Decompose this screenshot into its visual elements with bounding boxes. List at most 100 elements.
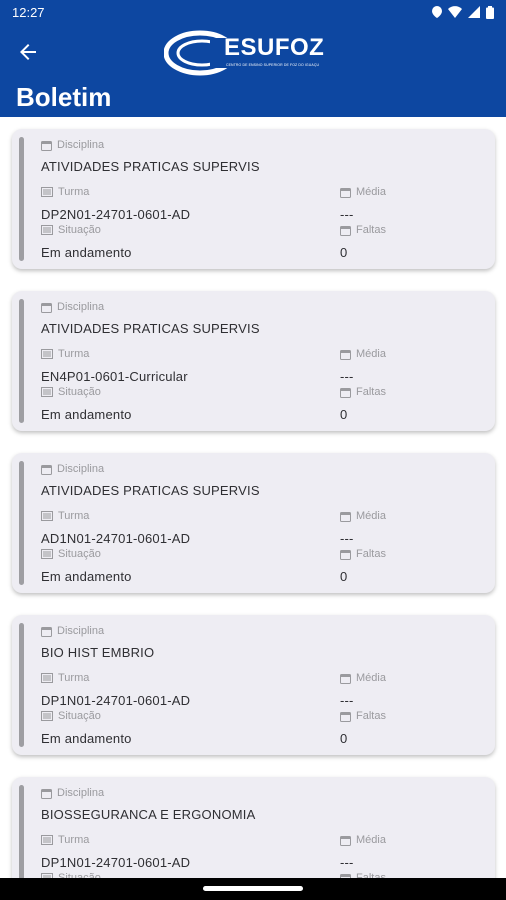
situacao-label: Situação xyxy=(41,548,101,560)
disciplina-label-text: Disciplina xyxy=(57,787,105,799)
disciplina-label-text: Disciplina xyxy=(57,625,105,637)
card-accent-bar xyxy=(19,137,24,261)
disciplina-label: Disciplina xyxy=(41,787,104,799)
media-label: Média xyxy=(340,672,386,684)
calendar-icon xyxy=(340,549,351,560)
card-accent-bar xyxy=(19,623,24,747)
situacao-label: Situação xyxy=(41,386,101,398)
faltas-value: 0 xyxy=(340,407,348,422)
disciplina-value: BIO HIST EMBRIO xyxy=(41,645,155,660)
arrow-back-icon xyxy=(20,44,36,60)
disciplina-value: ATIVIDADES PRATICAS SUPERVIS xyxy=(41,483,260,498)
back-button[interactable] xyxy=(14,38,42,66)
turma-label-text: Turma xyxy=(58,348,90,360)
situacao-label: Situação xyxy=(41,710,101,722)
class-icon xyxy=(41,511,53,521)
wifi-icon xyxy=(448,6,462,18)
calendar-icon xyxy=(340,673,351,684)
class-icon xyxy=(41,387,53,397)
faltas-label: Faltas xyxy=(340,548,386,560)
faltas-label-text: Faltas xyxy=(356,386,386,398)
media-label-text: Média xyxy=(356,510,386,522)
location-icon xyxy=(432,6,442,18)
grade-card[interactable]: Disciplina BIO HIST EMBRIO Turma DP1N01-… xyxy=(12,615,495,755)
turma-label-text: Turma xyxy=(58,672,90,684)
signal-icon xyxy=(468,6,480,18)
turma-value: DP1N01-24701-0601-AD xyxy=(41,693,191,708)
calendar-icon xyxy=(340,387,351,398)
class-icon xyxy=(41,835,53,845)
logo-subtitle: CENTRO DE ENSINO SUPERIOR DE FOZ DO IGUA… xyxy=(226,63,320,67)
class-icon xyxy=(41,711,53,721)
calendar-icon xyxy=(340,511,351,522)
media-label: Média xyxy=(340,348,386,360)
faltas-label: Faltas xyxy=(340,224,386,236)
faltas-label-text: Faltas xyxy=(356,710,386,722)
faltas-label: Faltas xyxy=(340,710,386,722)
turma-label-text: Turma xyxy=(58,186,90,198)
disciplina-label-text: Disciplina xyxy=(57,301,105,313)
media-value: --- xyxy=(340,693,354,708)
situacao-label: Situação xyxy=(41,224,101,236)
boletim-list[interactable]: Disciplina ATIVIDADES PRATICAS SUPERVIS … xyxy=(0,117,506,878)
media-label-text: Média xyxy=(356,834,386,846)
class-icon xyxy=(41,349,53,359)
home-handle[interactable] xyxy=(203,886,303,891)
turma-label: Turma xyxy=(41,672,89,684)
grade-card[interactable]: Disciplina ATIVIDADES PRATICAS SUPERVIS … xyxy=(12,291,495,431)
card-accent-bar xyxy=(19,299,24,423)
media-label-text: Média xyxy=(356,348,386,360)
faltas-label-text: Faltas xyxy=(356,224,386,236)
calendar-icon xyxy=(340,225,351,236)
faltas-value: 0 xyxy=(340,731,348,746)
calendar-icon xyxy=(41,626,52,637)
turma-value: DP2N01-24701-0601-AD xyxy=(41,207,191,222)
media-label-text: Média xyxy=(356,672,386,684)
media-label: Média xyxy=(340,510,386,522)
disciplina-value: ATIVIDADES PRATICAS SUPERVIS xyxy=(41,159,260,174)
faltas-label-text: Faltas xyxy=(356,548,386,560)
faltas-label: Faltas xyxy=(340,386,386,398)
turma-label-text: Turma xyxy=(58,510,90,522)
calendar-icon xyxy=(340,711,351,722)
grade-card[interactable]: Disciplina BIOSSEGURANCA E ERGONOMIA Tur… xyxy=(12,777,495,878)
disciplina-value: BIOSSEGURANCA E ERGONOMIA xyxy=(41,807,256,822)
faltas-value: 0 xyxy=(340,245,348,260)
class-icon xyxy=(41,225,53,235)
situacao-value: Em andamento xyxy=(41,569,132,584)
disciplina-label-text: Disciplina xyxy=(57,139,105,151)
turma-label: Turma xyxy=(41,348,89,360)
media-label-text: Média xyxy=(356,186,386,198)
class-icon xyxy=(41,187,53,197)
situacao-value: Em andamento xyxy=(41,407,132,422)
turma-label: Turma xyxy=(41,834,89,846)
class-icon xyxy=(41,549,53,559)
situacao-label-text: Situação xyxy=(58,548,101,560)
situacao-label-text: Situação xyxy=(58,224,101,236)
logo-text: ESUFOZ xyxy=(224,34,325,61)
disciplina-label-text: Disciplina xyxy=(57,463,105,475)
disciplina-label: Disciplina xyxy=(41,139,104,151)
media-value: --- xyxy=(340,207,354,222)
calendar-icon xyxy=(41,302,52,313)
navigation-bar xyxy=(0,878,506,900)
calendar-icon xyxy=(340,835,351,846)
disciplina-value: ATIVIDADES PRATICAS SUPERVIS xyxy=(41,321,260,336)
media-value: --- xyxy=(340,855,354,870)
media-value: --- xyxy=(340,531,354,546)
media-label: Média xyxy=(340,186,386,198)
disciplina-label: Disciplina xyxy=(41,463,104,475)
grade-card[interactable]: Disciplina ATIVIDADES PRATICAS SUPERVIS … xyxy=(12,129,495,269)
faltas-value: 0 xyxy=(340,569,348,584)
calendar-icon xyxy=(340,187,351,198)
grade-card[interactable]: Disciplina ATIVIDADES PRATICAS SUPERVIS … xyxy=(12,453,495,593)
media-value: --- xyxy=(340,369,354,384)
disciplina-label: Disciplina xyxy=(41,301,104,313)
calendar-icon xyxy=(41,788,52,799)
turma-label: Turma xyxy=(41,186,89,198)
esufoz-logo: ESUFOZ CENTRO DE ENSINO SUPERIOR DE FOZ … xyxy=(164,30,344,76)
calendar-icon xyxy=(340,349,351,360)
status-icons xyxy=(432,5,494,19)
disciplina-label: Disciplina xyxy=(41,625,104,637)
app-bar: ESUFOZ CENTRO DE ENSINO SUPERIOR DE FOZ … xyxy=(0,24,506,117)
